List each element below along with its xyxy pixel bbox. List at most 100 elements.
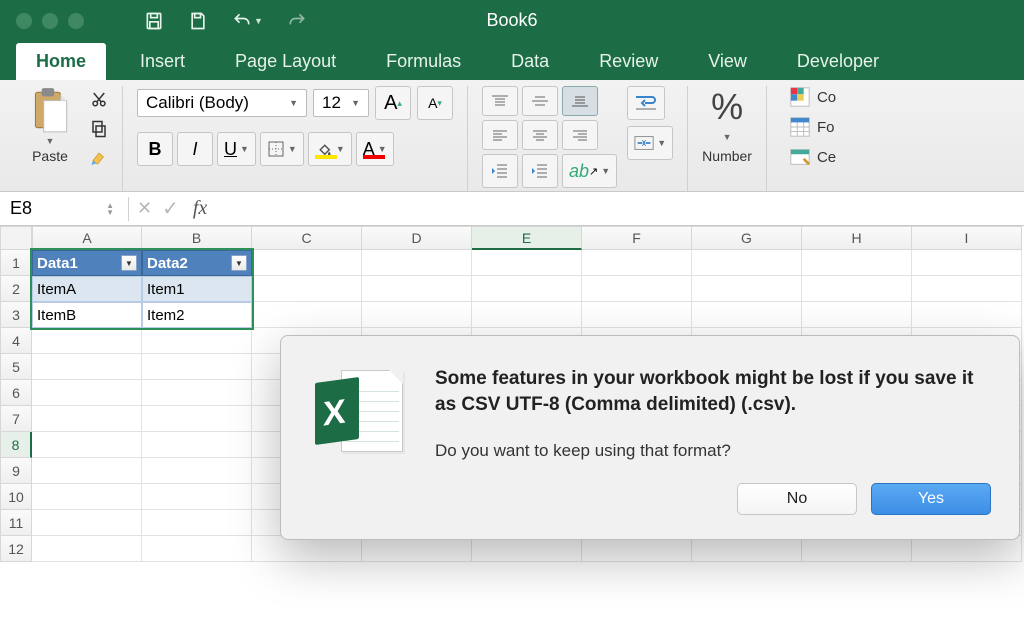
cut-icon[interactable]	[90, 90, 108, 108]
cell[interactable]	[912, 276, 1022, 302]
wrap-text-button[interactable]	[627, 86, 665, 120]
align-right[interactable]	[562, 120, 598, 150]
cell[interactable]	[472, 302, 582, 328]
select-all-corner[interactable]	[0, 226, 32, 250]
cell[interactable]	[912, 302, 1022, 328]
dialog-yes-button[interactable]: Yes	[871, 483, 991, 515]
cell[interactable]	[142, 406, 252, 432]
tab-developer[interactable]: Developer	[781, 43, 895, 80]
column-header-D[interactable]: D	[362, 226, 472, 250]
column-header-A[interactable]: A	[32, 226, 142, 250]
cell[interactable]	[32, 484, 142, 510]
align-center[interactable]	[522, 120, 558, 150]
percent-style-button[interactable]: %	[711, 86, 743, 128]
tab-home[interactable]: Home	[16, 43, 106, 80]
name-box[interactable]: E8▲▼	[0, 192, 120, 225]
cell[interactable]	[32, 458, 142, 484]
row-header-9[interactable]: 9	[0, 458, 32, 484]
column-header-G[interactable]: G	[692, 226, 802, 250]
row-header-5[interactable]: 5	[0, 354, 32, 380]
cell[interactable]	[252, 302, 362, 328]
cell[interactable]	[362, 302, 472, 328]
cancel-formula-icon[interactable]: ✕	[137, 198, 152, 219]
align-bottom[interactable]	[562, 86, 598, 116]
tab-formulas[interactable]: Formulas	[370, 43, 477, 80]
conditional-formatting-partial[interactable]: Co	[789, 86, 836, 108]
undo-button[interactable]: ▼	[232, 11, 263, 31]
enter-formula-icon[interactable]: ✓	[162, 196, 179, 221]
close-window[interactable]	[16, 13, 32, 29]
cell[interactable]	[142, 536, 252, 562]
save-icon[interactable]	[144, 11, 164, 31]
cell[interactable]	[32, 380, 142, 406]
cell[interactable]: Item2	[142, 302, 252, 328]
cell[interactable]	[32, 354, 142, 380]
fx-icon[interactable]: fx	[193, 197, 207, 220]
row-header-12[interactable]: 12	[0, 536, 32, 562]
cell[interactable]	[32, 510, 142, 536]
align-middle[interactable]	[522, 86, 558, 116]
font-name-select[interactable]: Calibri (Body)▼	[137, 89, 307, 117]
row-header-7[interactable]: 7	[0, 406, 32, 432]
column-header-B[interactable]: B	[142, 226, 252, 250]
cell[interactable]	[142, 380, 252, 406]
cell[interactable]	[582, 276, 692, 302]
dialog-no-button[interactable]: No	[737, 483, 857, 515]
filter-icon[interactable]: ▼	[121, 255, 137, 271]
row-header-11[interactable]: 11	[0, 510, 32, 536]
column-header-F[interactable]: F	[582, 226, 692, 250]
cell[interactable]: Data1▼	[32, 250, 142, 276]
cell[interactable]	[582, 302, 692, 328]
row-header-2[interactable]: 2	[0, 276, 32, 302]
cell[interactable]	[142, 354, 252, 380]
cell[interactable]	[142, 484, 252, 510]
formula-input[interactable]	[207, 192, 1024, 225]
copy-icon[interactable]	[90, 120, 108, 138]
row-header-8[interactable]: 8	[0, 432, 32, 458]
format-painter-icon[interactable]	[90, 150, 108, 168]
cell[interactable]	[142, 458, 252, 484]
cell[interactable]: Item1	[142, 276, 252, 302]
cell[interactable]	[252, 250, 362, 276]
cell[interactable]	[472, 250, 582, 276]
cell[interactable]	[802, 250, 912, 276]
cell[interactable]	[32, 406, 142, 432]
column-header-I[interactable]: I	[912, 226, 1022, 250]
tab-review[interactable]: Review	[583, 43, 674, 80]
cell[interactable]	[802, 276, 912, 302]
cell[interactable]	[912, 250, 1022, 276]
font-color-button[interactable]: A▼	[356, 132, 394, 166]
decrease-indent[interactable]	[482, 154, 518, 188]
cell[interactable]	[582, 250, 692, 276]
cell[interactable]	[32, 328, 142, 354]
align-top[interactable]	[482, 86, 518, 116]
borders-button[interactable]: ▼	[260, 132, 304, 166]
redo-button[interactable]	[287, 11, 307, 31]
decrease-font-size[interactable]: A▾	[417, 86, 453, 120]
row-header-4[interactable]: 4	[0, 328, 32, 354]
format-as-table-partial[interactable]: Fo	[789, 116, 836, 138]
tab-data[interactable]: Data	[495, 43, 565, 80]
cell[interactable]: Data2▼	[142, 250, 252, 276]
fill-color-button[interactable]: ▼	[308, 132, 352, 166]
cell[interactable]	[142, 510, 252, 536]
tab-page-layout[interactable]: Page Layout	[219, 43, 352, 80]
row-header-6[interactable]: 6	[0, 380, 32, 406]
minimize-window[interactable]	[42, 13, 58, 29]
increase-font-size[interactable]: A▴	[375, 86, 411, 120]
increase-indent[interactable]	[522, 154, 558, 188]
cell[interactable]	[472, 276, 582, 302]
font-size-select[interactable]: 12▼	[313, 89, 369, 117]
cell[interactable]	[142, 432, 252, 458]
merge-button[interactable]: ▼	[627, 126, 673, 160]
tab-insert[interactable]: Insert	[124, 43, 201, 80]
cell[interactable]	[252, 276, 362, 302]
cell[interactable]	[692, 250, 802, 276]
paste-icon[interactable]	[28, 86, 72, 136]
underline-button[interactable]: U▼	[217, 132, 256, 166]
row-header-1[interactable]: 1	[0, 250, 32, 276]
filter-icon[interactable]: ▼	[231, 255, 247, 271]
column-header-C[interactable]: C	[252, 226, 362, 250]
column-header-E[interactable]: E	[472, 226, 582, 250]
cell[interactable]	[802, 302, 912, 328]
